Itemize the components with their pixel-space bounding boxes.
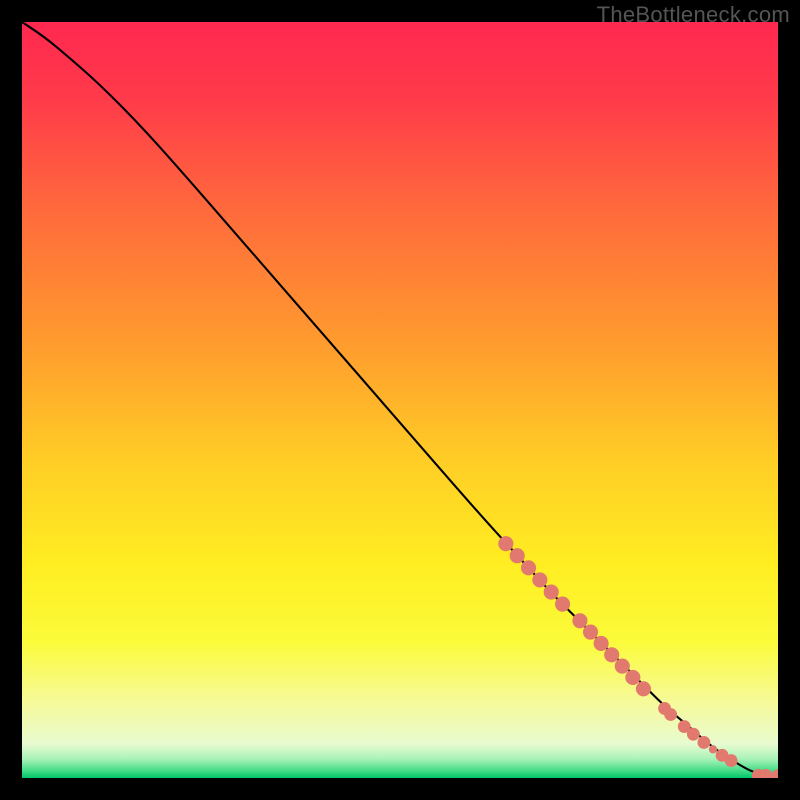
data-marker (615, 659, 630, 674)
data-marker (664, 708, 677, 721)
data-marker (697, 736, 710, 749)
data-marker (521, 560, 536, 575)
data-marker (709, 745, 717, 753)
chart-svg (22, 22, 778, 778)
chart-stage: TheBottleneck.com (0, 0, 800, 800)
data-marker (725, 754, 738, 767)
gradient-background (22, 22, 778, 778)
data-marker (510, 548, 525, 563)
data-marker (594, 636, 609, 651)
data-marker (555, 597, 570, 612)
data-marker (604, 647, 619, 662)
plot-area (22, 22, 778, 778)
data-marker (625, 670, 640, 685)
data-marker (636, 681, 651, 696)
data-marker (687, 728, 700, 741)
data-marker (544, 584, 559, 599)
data-marker (498, 536, 513, 551)
data-marker (572, 613, 587, 628)
watermark-text: TheBottleneck.com (597, 2, 790, 28)
data-marker (583, 625, 598, 640)
data-marker (532, 572, 547, 587)
